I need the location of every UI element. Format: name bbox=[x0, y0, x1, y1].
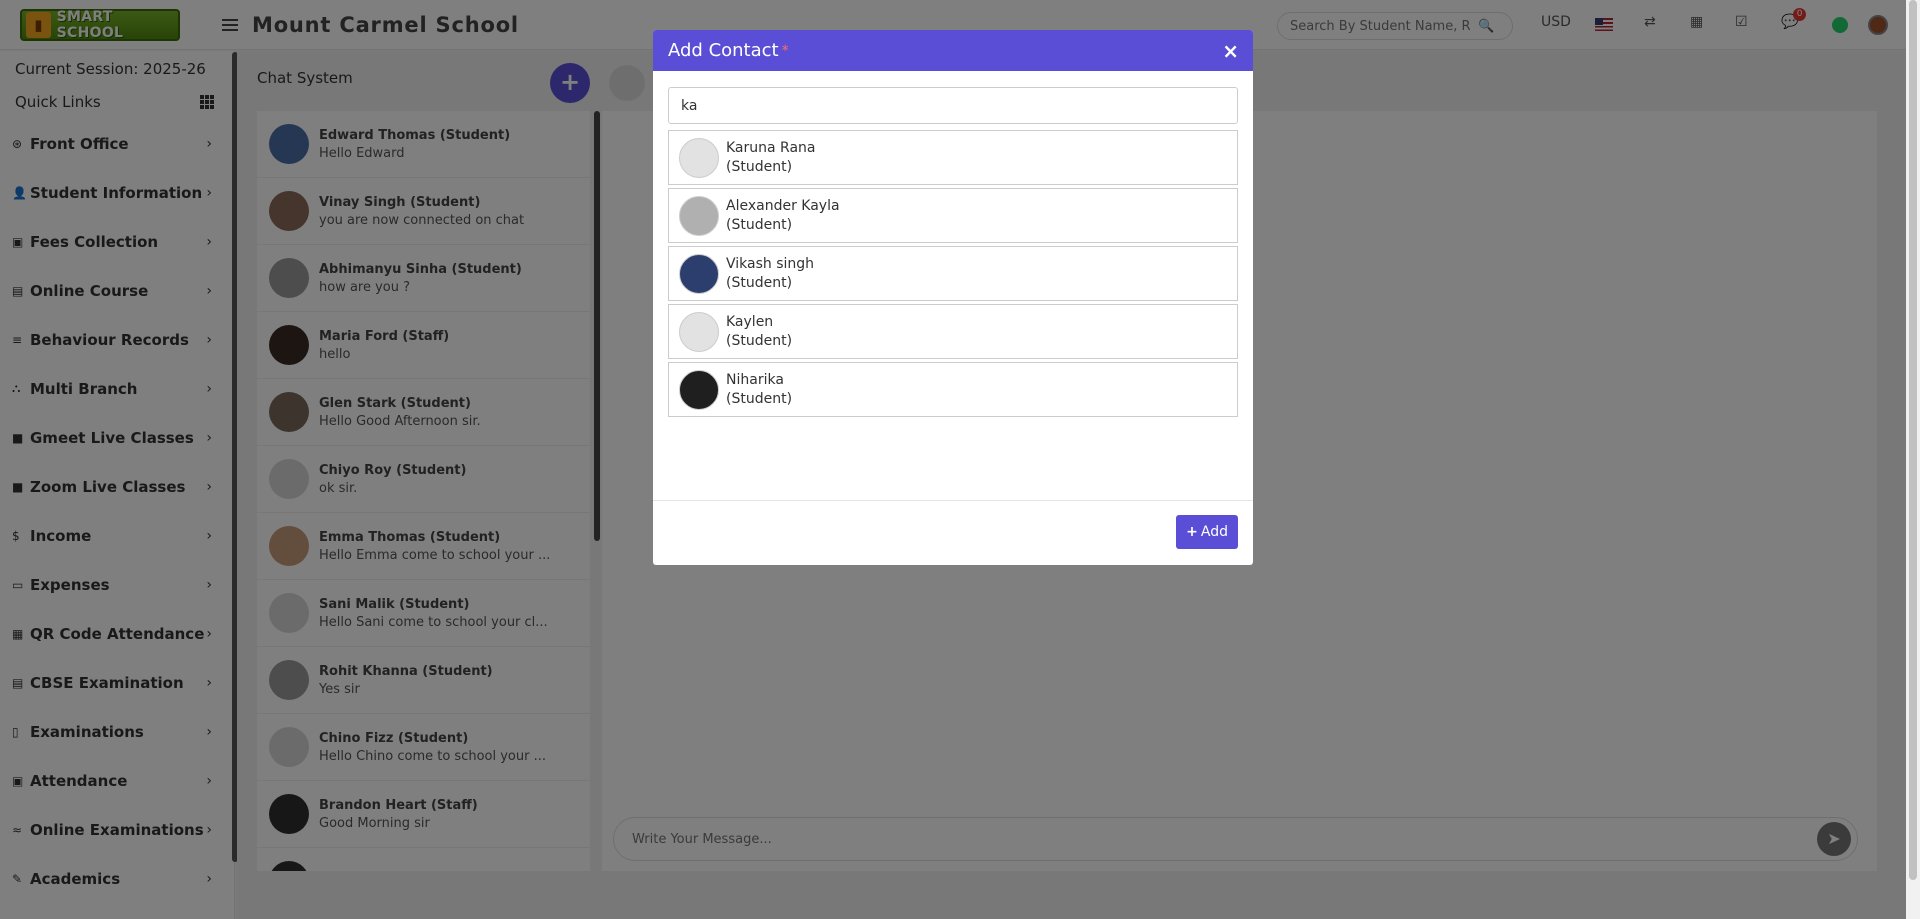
result-item[interactable]: Niharika (Student) bbox=[668, 362, 1238, 417]
result-item[interactable]: Alexander Kayla (Student) bbox=[668, 188, 1238, 243]
result-name: Vikash singh bbox=[726, 255, 815, 272]
plus-icon: + bbox=[1186, 524, 1198, 540]
add-contact-modal: Add Contact * × Karuna Rana(Student)Alex… bbox=[653, 30, 1253, 565]
result-role: (Student) bbox=[726, 158, 793, 175]
search-results: Karuna Rana (Student) Alexander Kayla (Stud… bbox=[668, 130, 1238, 420]
result-name: Alexander Kayla bbox=[726, 197, 840, 214]
result-name: Kaylen bbox=[726, 313, 774, 330]
modal-title: Add Contact bbox=[668, 40, 779, 61]
page-scrollbar[interactable] bbox=[1906, 0, 1920, 919]
add-button[interactable]: + Add bbox=[1176, 515, 1238, 549]
contact-search-input[interactable] bbox=[668, 87, 1238, 124]
add-button-label: Add bbox=[1200, 524, 1228, 540]
result-role: (Student) bbox=[726, 332, 793, 349]
result-name: Karuna Rana bbox=[726, 139, 816, 156]
avatar bbox=[679, 253, 719, 294]
result-name: Niharika bbox=[726, 371, 784, 388]
result-role: (Student) bbox=[726, 390, 793, 407]
close-icon[interactable]: × bbox=[1222, 39, 1239, 63]
required-mark: * bbox=[781, 42, 789, 59]
result-role: (Student) bbox=[726, 216, 793, 233]
result-role: (Student) bbox=[726, 274, 793, 291]
modal-footer: + Add bbox=[653, 500, 1253, 565]
avatar bbox=[679, 195, 719, 236]
result-item[interactable]: Vikash singh (Student) bbox=[668, 246, 1238, 301]
result-item[interactable]: Karuna Rana (Student) bbox=[668, 130, 1238, 185]
modal-header: Add Contact * × bbox=[653, 30, 1253, 71]
avatar bbox=[679, 369, 719, 410]
result-item[interactable]: Kaylen (Student) bbox=[668, 304, 1238, 359]
avatar bbox=[679, 311, 719, 352]
avatar bbox=[679, 137, 719, 178]
